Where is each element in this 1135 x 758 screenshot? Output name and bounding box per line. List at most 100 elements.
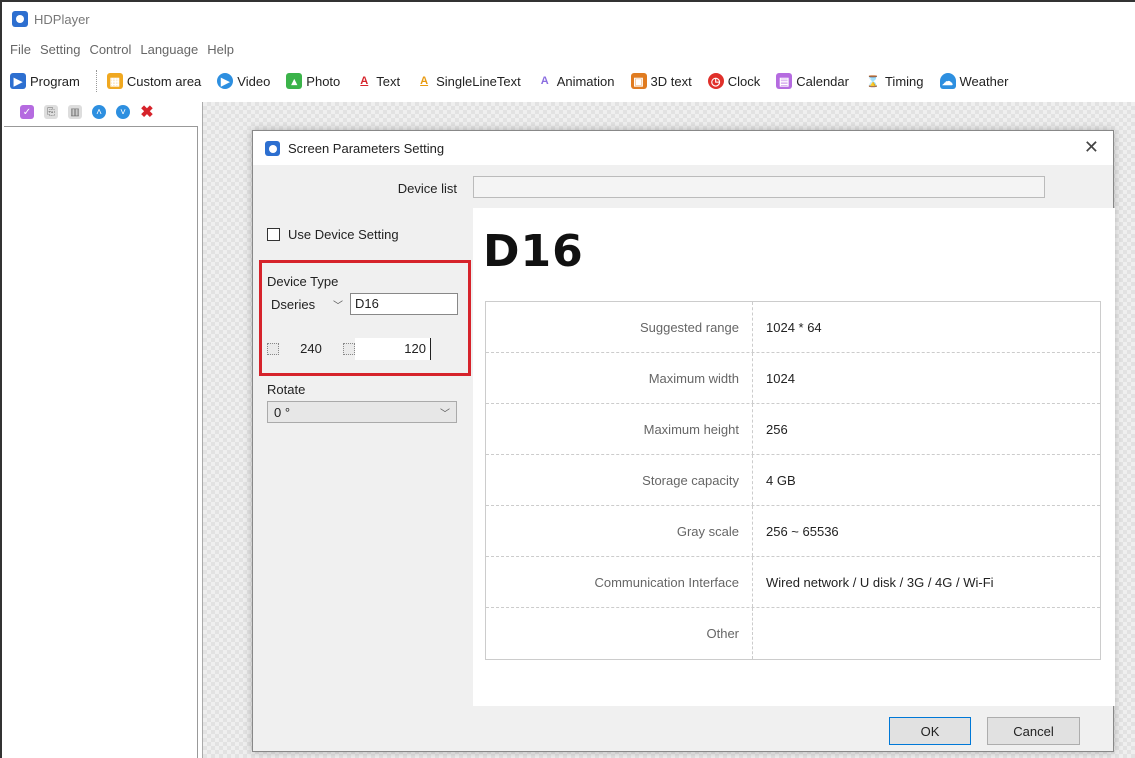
toolbar-weather-button[interactable]: ☁ Weather: [939, 73, 1009, 89]
chevron-down-icon: ﹀: [333, 300, 343, 312]
title-bar: HDPlayer: [2, 2, 1135, 36]
spec-value: 1024: [766, 371, 795, 386]
toolbar-singlelinetext-button[interactable]: A SingleLineText: [416, 73, 521, 89]
app-logo-icon: [12, 11, 28, 27]
spec-key: Other: [486, 608, 753, 659]
spec-key: Maximum height: [486, 404, 753, 454]
table-row: Maximum height 256: [486, 404, 1100, 455]
toolbar-label: Timing: [884, 73, 924, 89]
chevron-down-icon: ﹀: [440, 408, 450, 420]
spec-value: 4 GB: [766, 473, 796, 488]
spec-value: 256 ~ 65536: [766, 524, 839, 539]
paste-icon[interactable]: ▥: [68, 105, 82, 119]
move-up-icon[interactable]: ˄: [92, 105, 106, 119]
calendar-icon: ▤: [776, 73, 793, 89]
toolbar-video-button[interactable]: ▶ Video: [217, 73, 270, 89]
toolbar-label: Program: [30, 73, 80, 89]
spec-value: 1024 * 64: [766, 320, 822, 335]
rotate-label: Rotate: [267, 382, 306, 397]
toolbar-text-button[interactable]: A Text: [356, 73, 400, 89]
toolbar-label: Clock: [727, 73, 761, 89]
rotate-value: 0 °: [274, 404, 291, 420]
toolbar-timing-button[interactable]: ⌛ Timing: [865, 73, 924, 89]
program-tree-panel: [4, 126, 198, 758]
menu-language[interactable]: Language: [140, 42, 198, 60]
photo-icon: ▴: [286, 73, 303, 89]
weather-icon: ☁: [939, 73, 956, 89]
3d-text-icon: ▣: [630, 73, 647, 89]
toolbar-label: Custom area: [126, 73, 202, 89]
custom-area-icon: ▦: [106, 73, 123, 89]
edit-toolbar: ✓ ⎘ ▥ ˄ ˅ ✖: [20, 102, 154, 122]
height-icon: [343, 343, 355, 355]
spec-key: Storage capacity: [486, 455, 753, 505]
toolbar-calendar-button[interactable]: ▤ Calendar: [776, 73, 849, 89]
table-row: Storage capacity 4 GB: [486, 455, 1100, 506]
timing-icon: ⌛: [866, 75, 880, 88]
toolbar-label: Calendar: [796, 73, 849, 89]
toolbar-separator: [95, 70, 97, 92]
menu-file[interactable]: File: [10, 42, 31, 60]
toolbar-label: Text: [376, 73, 401, 89]
toolbar-label: Animation: [556, 73, 615, 89]
width-input[interactable]: 240: [279, 338, 343, 360]
spec-key: Communication Interface: [486, 557, 753, 607]
toolbar-photo-button[interactable]: ▴ Photo: [286, 73, 340, 89]
resolution-row: 240 120: [267, 338, 459, 360]
spec-value: Wired network / U disk / 3G / 4G / Wi-Fi: [766, 575, 994, 590]
device-type-label: Device Type: [267, 274, 339, 289]
delete-icon[interactable]: ✖: [140, 104, 154, 121]
clock-icon: ◷: [707, 73, 724, 89]
select-all-icon[interactable]: ✓: [20, 105, 34, 119]
spec-key: Suggested range: [486, 302, 753, 352]
series-value: Dseries: [271, 296, 316, 312]
screen-parameters-dialog: Screen Parameters Setting ✕ Device list …: [252, 130, 1115, 752]
text-icon: A: [360, 75, 369, 87]
device-info-panel: D16 Suggested range 1024 * 64 Maximum wi…: [473, 208, 1115, 706]
toolbar-animation-button[interactable]: A Animation: [537, 73, 615, 89]
device-list-label: Device list: [397, 181, 457, 196]
use-device-setting-checkbox[interactable]: Use Device Setting: [267, 227, 399, 242]
height-input[interactable]: 120: [355, 338, 431, 360]
program-icon: ▶: [10, 73, 26, 89]
cancel-button[interactable]: Cancel: [987, 717, 1080, 745]
copy-icon[interactable]: ⎘: [44, 105, 58, 119]
table-row: Gray scale 256 ~ 65536: [486, 506, 1100, 557]
spec-key: Gray scale: [486, 506, 753, 556]
toolbar-clock-button[interactable]: ◷ Clock: [707, 73, 761, 89]
toolbar-label: Photo: [306, 73, 341, 89]
device-name-heading: D16: [483, 226, 584, 277]
spec-key: Maximum width: [486, 353, 753, 403]
rotate-select[interactable]: 0 ° ﹀: [267, 401, 457, 423]
dialog-title: Screen Parameters Setting: [288, 140, 445, 156]
app-title: HDPlayer: [34, 11, 90, 27]
animation-icon: A: [540, 75, 549, 87]
toolbar-label: Video: [237, 73, 271, 89]
single-line-text-icon: A: [420, 75, 429, 87]
spec-value: 256: [766, 422, 788, 437]
toolbar-label: SingleLineText: [436, 73, 521, 89]
device-list-field[interactable]: [473, 176, 1045, 198]
close-icon[interactable]: ✕: [1084, 138, 1099, 156]
toolbar-label: 3D text: [650, 73, 692, 89]
move-down-icon[interactable]: ˅: [116, 105, 130, 119]
main-toolbar: ▶ Program ▦ Custom area ▶ Video ▴ Photo …: [10, 66, 1024, 96]
menu-setting[interactable]: Setting: [40, 42, 80, 60]
toolbar-label: Weather: [959, 73, 1009, 89]
toolbar-3d-text-button[interactable]: ▣ 3D text: [630, 73, 692, 89]
menu-help[interactable]: Help: [207, 42, 234, 60]
toolbar-custom-area-button[interactable]: ▦ Custom area: [106, 73, 202, 89]
series-select[interactable]: Dseries ﹀: [267, 293, 347, 315]
table-row: Communication Interface Wired network / …: [486, 557, 1100, 608]
toolbar-program-button[interactable]: ▶ Program: [10, 73, 80, 89]
menu-bar: File Setting Control Language Help: [10, 42, 234, 60]
ok-button[interactable]: OK: [889, 717, 971, 745]
menu-control[interactable]: Control: [89, 42, 131, 60]
table-row: Other: [486, 608, 1100, 659]
use-device-setting-label: Use Device Setting: [288, 227, 399, 242]
model-input[interactable]: D16: [350, 293, 458, 315]
width-icon: [267, 343, 279, 355]
video-icon: ▶: [217, 73, 234, 89]
table-row: Maximum width 1024: [486, 353, 1100, 404]
checkbox-box[interactable]: [267, 228, 280, 241]
